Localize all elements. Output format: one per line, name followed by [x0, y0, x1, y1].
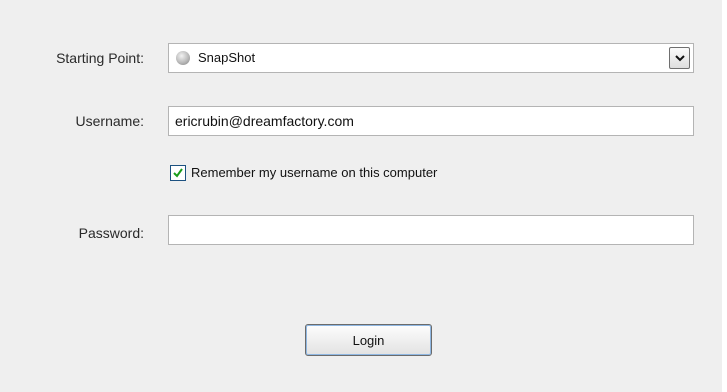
chevron-down-icon [675, 55, 685, 62]
dropdown-button[interactable] [669, 47, 690, 69]
check-icon [173, 168, 183, 178]
password-label: Password: [78, 225, 144, 241]
remember-checkbox[interactable] [170, 165, 186, 181]
username-label: Username: [75, 113, 144, 129]
username-input[interactable] [168, 106, 694, 136]
starting-point-select[interactable]: SnapShot [168, 43, 694, 73]
starting-point-label: Starting Point: [56, 50, 144, 66]
password-input[interactable] [168, 215, 694, 245]
starting-point-value: SnapShot [198, 50, 256, 65]
login-panel: Starting Point: SnapShot Username: Remem… [0, 0, 722, 392]
login-button[interactable]: Login [305, 324, 432, 356]
globe-icon [176, 51, 190, 65]
remember-label[interactable]: Remember my username on this computer [191, 165, 437, 180]
